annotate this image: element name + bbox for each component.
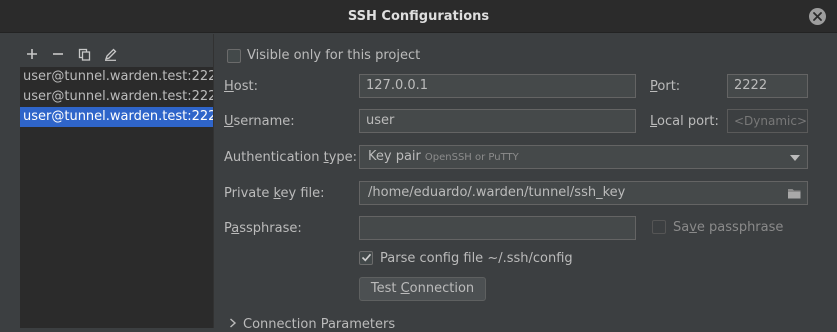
- username-input[interactable]: user: [359, 109, 636, 133]
- list-item-label: user@tunnel.warden.test:2222: [23, 89, 213, 104]
- connection-parameters-toggle[interactable]: Connection Parameters: [229, 317, 395, 332]
- copy-icon: [78, 48, 90, 61]
- local-port-label: Local port:: [650, 114, 719, 129]
- folder-icon[interactable]: [787, 186, 802, 200]
- username-label: Username:: [224, 114, 295, 129]
- plus-icon: [27, 49, 37, 59]
- list-item[interactable]: user@tunnel.warden.test:2222key: [20, 87, 213, 107]
- chevron-right-icon: [230, 318, 237, 328]
- save-passphrase-checkbox[interactable]: [652, 220, 666, 234]
- edit-button[interactable]: [102, 46, 118, 62]
- host-input[interactable]: 127.0.0.1: [359, 74, 636, 98]
- auth-type-value: Key pair: [368, 149, 421, 164]
- list-toolbar: [24, 46, 118, 62]
- title-bar: SSH Configurations: [0, 0, 837, 33]
- port-label: Port:: [650, 79, 681, 94]
- private-key-value: /home/eduardo/.warden/tunnel/ssh_key: [368, 185, 626, 200]
- close-icon: [813, 12, 822, 21]
- pencil-icon: [104, 48, 116, 61]
- configurations-list[interactable]: user@tunnel.warden.test:2222key user@tun…: [20, 67, 213, 328]
- auth-type-subtitle: OpenSSH or PuTTY: [424, 152, 519, 163]
- remove-button[interactable]: [50, 46, 66, 62]
- auth-type-select[interactable]: Key pair OpenSSH or PuTTY: [359, 145, 808, 169]
- passphrase-input[interactable]: [359, 216, 636, 240]
- private-key-input[interactable]: /home/eduardo/.warden/tunnel/ssh_key: [359, 181, 808, 205]
- minus-icon: [53, 53, 63, 55]
- window-title: SSH Configurations: [347, 9, 490, 24]
- checkmark-icon: [361, 253, 372, 262]
- list-item[interactable]: user@tunnel.warden.test:2222key: [20, 67, 213, 87]
- host-label: Host:: [224, 79, 258, 94]
- visible-only-checkbox[interactable]: [227, 49, 241, 63]
- port-input[interactable]: 2222: [727, 74, 808, 98]
- parse-config-label: Parse config file ~/.ssh/config: [380, 251, 573, 266]
- configurations-sidebar: user@tunnel.warden.test:2222key user@tun…: [0, 34, 213, 328]
- parse-config-checkbox[interactable]: [359, 251, 373, 265]
- add-button[interactable]: [24, 46, 40, 62]
- copy-button[interactable]: [76, 46, 92, 62]
- list-item-selected[interactable]: user@tunnel.warden.test:2222key: [20, 107, 213, 127]
- list-item-label: user@tunnel.warden.test:2222: [23, 109, 213, 124]
- local-port-input[interactable]: <Dynamic>: [727, 109, 808, 133]
- chevron-down-icon: [790, 155, 800, 161]
- configuration-form: Visible only for this project Host: 127.…: [213, 34, 837, 332]
- save-passphrase-label: Save passphrase: [673, 220, 784, 235]
- list-item-label: user@tunnel.warden.test:2222: [23, 69, 213, 84]
- auth-type-label: Authentication type:: [224, 150, 358, 165]
- passphrase-label: Passphrase:: [224, 221, 302, 236]
- private-key-label: Private key file:: [224, 186, 325, 201]
- close-button[interactable]: [809, 8, 826, 25]
- test-connection-button[interactable]: Test Connection: [359, 277, 486, 301]
- visible-only-label: Visible only for this project: [247, 48, 421, 63]
